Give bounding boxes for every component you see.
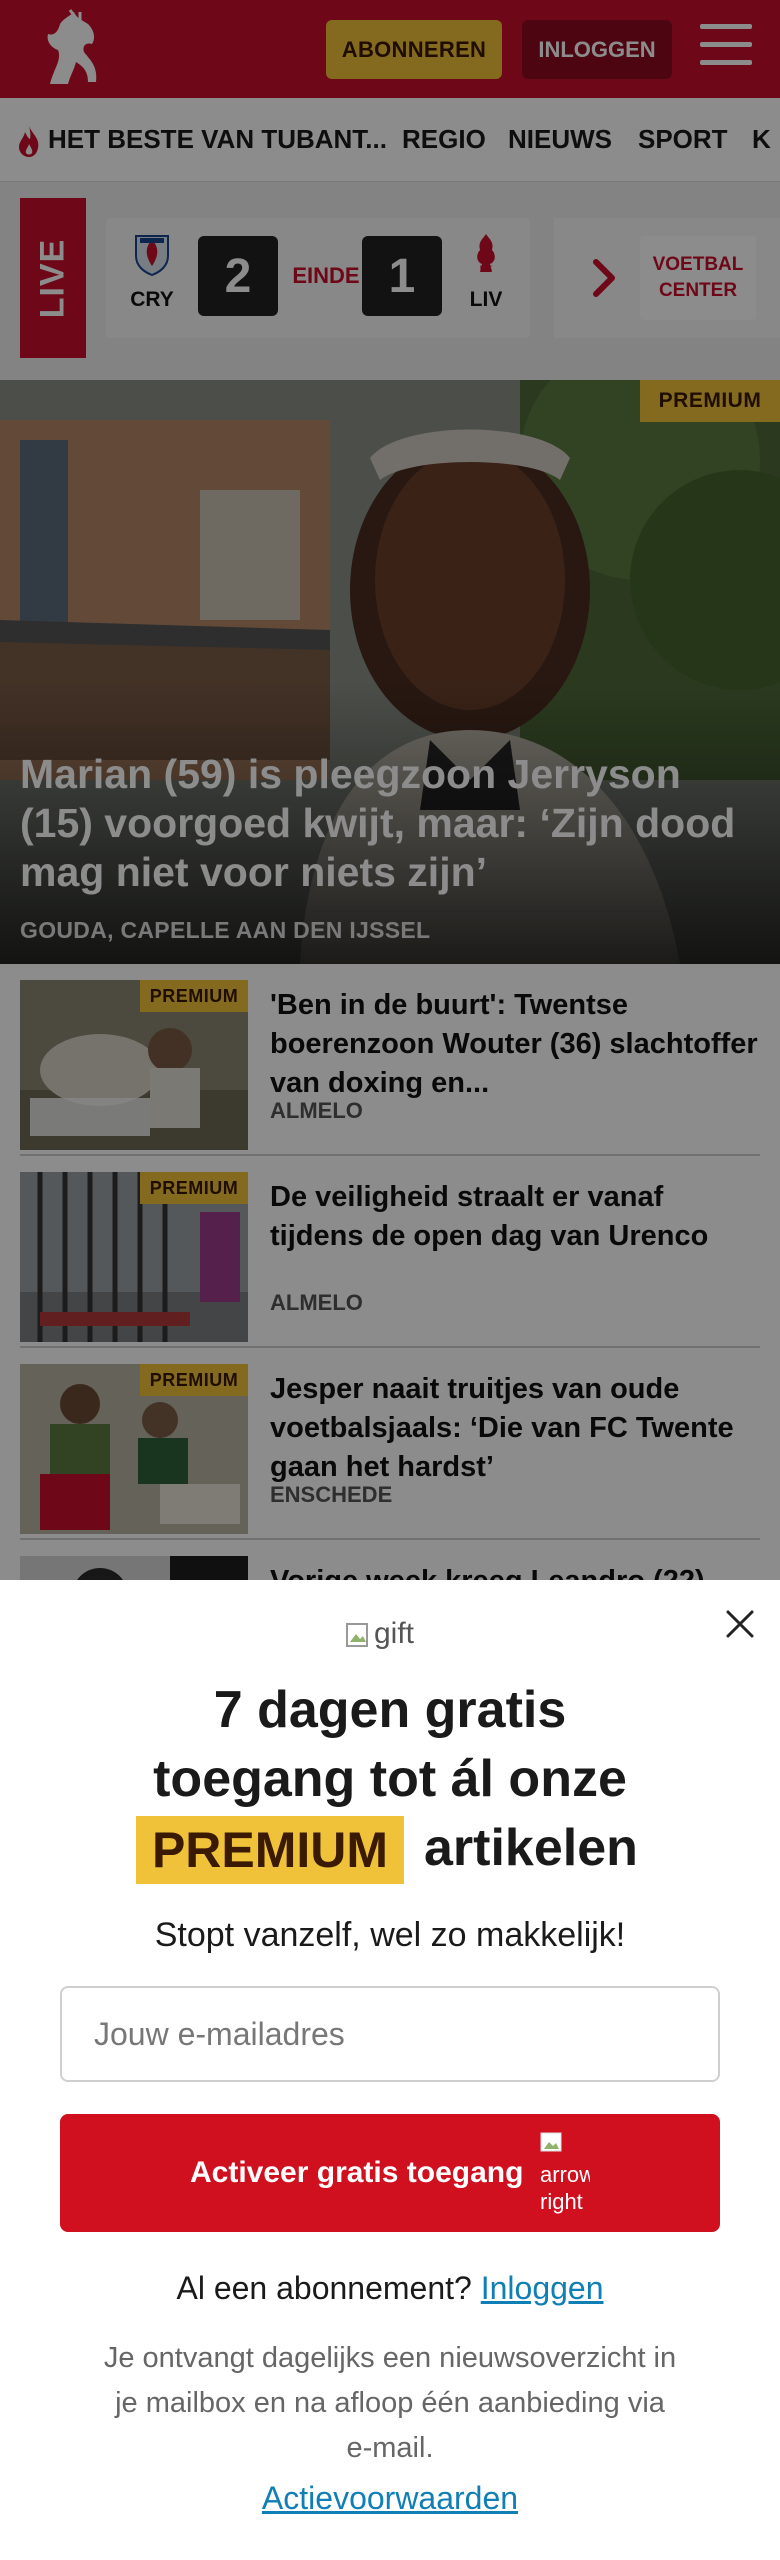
modal-headline: 7 dagen gratis toegang tot ál onze <box>0 1676 780 1813</box>
email-input[interactable] <box>60 1986 720 2082</box>
headline-line-3: artikelen <box>424 1819 638 1877</box>
close-icon[interactable] <box>718 1602 762 1646</box>
gift-alt-text: gift <box>374 1617 415 1650</box>
arrow-right-icon: arrow-right <box>540 2132 590 2232</box>
login-prompt: Al een abonnement? Inloggen <box>0 2270 780 2307</box>
activate-button-label: Activeer gratis toegang <box>190 2156 524 2189</box>
fine-print: Je ontvangt dagelijks een nieuwsoverzich… <box>103 2342 677 2464</box>
terms-link[interactable]: Actievoorwaarden <box>262 2480 518 2516</box>
headline-line-1: 7 dagen gratis <box>213 1681 567 1739</box>
broken-image-icon <box>346 1623 368 1647</box>
broken-image-icon <box>540 2132 562 2152</box>
premium-highlight: PREMIUM <box>136 1816 404 1884</box>
activate-button[interactable]: Activeer gratis toegang arrow-right <box>60 2114 720 2232</box>
terms-row: Actievoorwaarden <box>0 2480 780 2517</box>
gift-icon: gift <box>346 1614 436 1654</box>
modal-backdrop[interactable] <box>0 0 780 1580</box>
login-link[interactable]: Inloggen <box>481 2270 604 2306</box>
headline-line-2: toegang tot ál onze <box>153 1749 627 1808</box>
premium-trial-modal: gift 7 dagen gratis toegang tot ál onze … <box>0 1580 780 2560</box>
arrow-alt-text: arrow-right <box>540 2161 590 2215</box>
modal-subline: Stopt vanzelf, wel zo makkelijk! <box>154 1916 626 1954</box>
page: ABONNEREN INLOGGEN HET BESTE VAN TUBANT.… <box>0 0 780 2560</box>
login-prompt-text: Al een abonnement? <box>176 2270 472 2306</box>
